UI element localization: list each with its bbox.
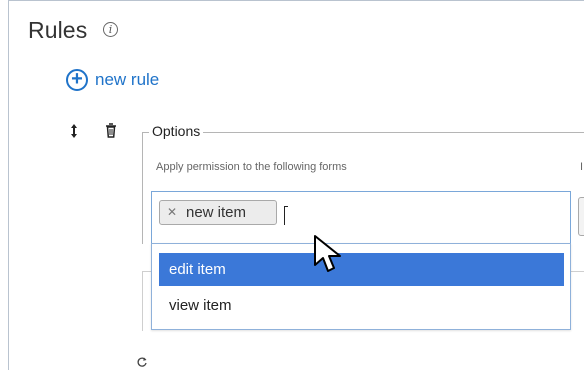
reorder-icon[interactable] bbox=[69, 124, 79, 138]
text-caret bbox=[284, 206, 288, 225]
plus-circle-icon[interactable]: + bbox=[66, 69, 88, 91]
page-title: Rules bbox=[28, 17, 88, 43]
dropdown-option-edit-item[interactable]: edit item bbox=[159, 253, 564, 286]
refresh-icon[interactable] bbox=[136, 356, 148, 368]
trash-icon[interactable] bbox=[105, 123, 117, 138]
info-icon[interactable]: i bbox=[103, 22, 118, 37]
permission-label: Apply permission to the following forms bbox=[156, 161, 347, 173]
token-label: new item bbox=[186, 204, 247, 221]
close-icon[interactable]: ✕ bbox=[167, 205, 177, 219]
new-rule-link[interactable]: new rule bbox=[95, 70, 159, 90]
selected-form-token[interactable]: ✕ new item bbox=[159, 200, 277, 225]
dropdown-option-view-item[interactable]: view item bbox=[159, 289, 564, 322]
cut-off-label: I bbox=[580, 161, 584, 173]
forms-dropdown-menu[interactable]: edit item view item bbox=[151, 243, 571, 330]
side-action-button[interactable] bbox=[578, 197, 584, 236]
options-legend: Options bbox=[149, 123, 204, 139]
